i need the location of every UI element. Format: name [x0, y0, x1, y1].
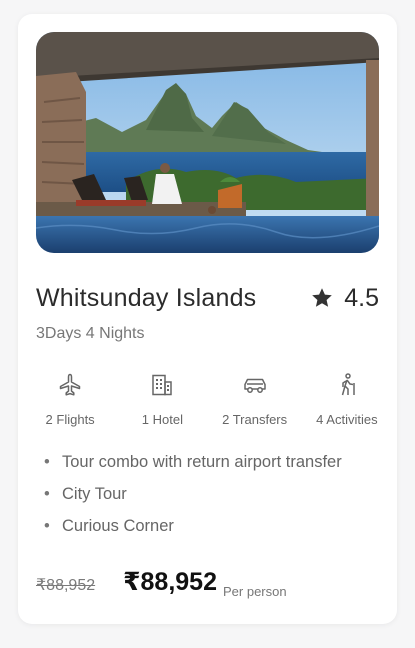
- highlights-list: • Tour combo with return airport transfer…: [44, 451, 342, 547]
- hotel-icon: [152, 374, 173, 396]
- current-price: ₹88,952: [123, 568, 217, 596]
- feature-activities: 4 Activities: [301, 372, 393, 427]
- tour-inclusions: 2 Flights 1 Hotel 2 Transfers 4 Activiti…: [24, 372, 393, 427]
- price-row: ₹88,952 ₹88,952 Per person: [36, 567, 287, 599]
- airplane-icon: [59, 373, 81, 396]
- feature-label: 4 Activities: [316, 412, 378, 427]
- tour-title: Whitsunday Islands: [36, 283, 257, 312]
- hiking-icon: [341, 373, 355, 396]
- original-price: ₹88,952: [36, 577, 96, 594]
- list-item: • Curious Corner: [44, 517, 174, 535]
- feature-label: 1 Hotel: [141, 412, 183, 427]
- list-item: • Tour combo with return airport transfer: [44, 453, 342, 471]
- feature-label: 2 Transfers: [222, 412, 288, 427]
- tour-card[interactable]: Whitsunday Islands 4.5 3Days 4 Nights 2 …: [18, 14, 397, 624]
- car-icon: [243, 378, 266, 393]
- price-unit: Per person: [223, 584, 287, 599]
- feature-label: 2 Flights: [45, 412, 95, 427]
- tour-duration: 3Days 4 Nights: [36, 325, 145, 342]
- highlight-text: City Tour: [62, 485, 127, 503]
- tour-photo[interactable]: [36, 32, 379, 253]
- feature-hotel: 1 Hotel: [116, 372, 208, 427]
- rating-value: 4.5: [344, 283, 379, 312]
- highlight-text: Tour combo with return airport transfer: [62, 453, 342, 471]
- rating: 4.5: [310, 284, 379, 313]
- feature-flights: 2 Flights: [24, 372, 116, 427]
- feature-transfers: 2 Transfers: [209, 372, 301, 427]
- list-item: • City Tour: [44, 485, 127, 503]
- star-icon: [312, 288, 333, 307]
- highlight-text: Curious Corner: [62, 517, 174, 535]
